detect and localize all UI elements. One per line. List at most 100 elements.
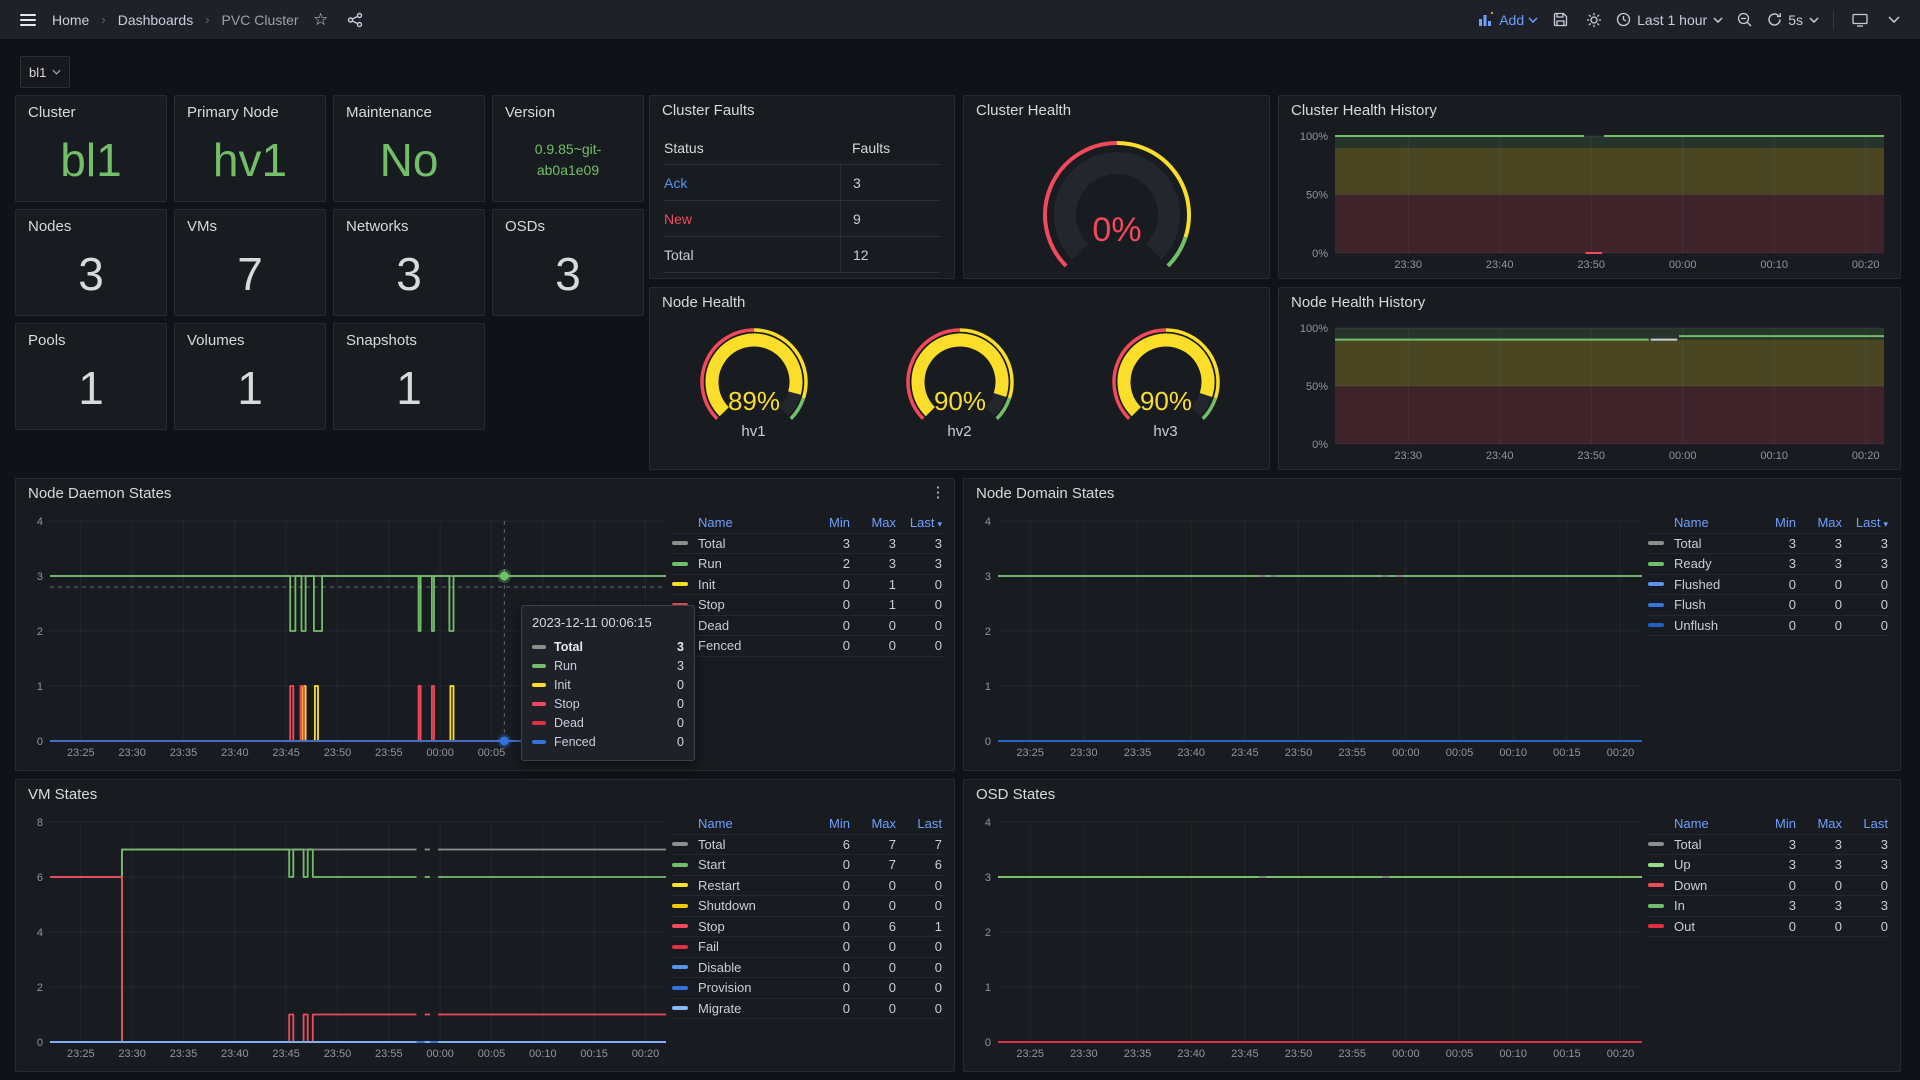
legend-row-total[interactable]: Total333 <box>1648 835 1890 856</box>
breadcrumb-dashboards[interactable]: Dashboards <box>118 12 194 28</box>
panel-node-domain-states: Node Domain States 0123423:2523:3023:352… <box>963 478 1901 771</box>
grafana-dashboard: Home › Dashboards › PVC Cluster ☆ Add <box>0 0 1920 1080</box>
legend-row-start[interactable]: Start076 <box>672 855 944 876</box>
settings-gear-icon[interactable] <box>1582 8 1606 32</box>
stat-title: Maintenance <box>346 104 432 121</box>
svg-text:2: 2 <box>985 626 991 638</box>
legend-row-down[interactable]: Down000 <box>1648 876 1890 897</box>
svg-text:4: 4 <box>985 817 991 829</box>
series-color-swatch <box>1648 603 1664 607</box>
legend-row-shutdown[interactable]: Shutdown000 <box>672 896 944 917</box>
panel-title: Node Daemon States <box>16 479 954 509</box>
svg-text:50%: 50% <box>1306 381 1328 393</box>
stat-value: bl1 <box>16 126 166 193</box>
svg-text:23:55: 23:55 <box>375 1048 403 1060</box>
svg-text:00:00: 00:00 <box>1669 450 1697 462</box>
panel-cluster-health-history: Cluster Health History 0%50%100%23:3023:… <box>1278 95 1901 279</box>
stat-title: Nodes <box>28 218 71 235</box>
series-color-swatch <box>672 863 688 867</box>
legend-row-unflush[interactable]: Unflush000 <box>1648 616 1890 637</box>
stat-title: VMs <box>187 218 217 235</box>
legend-row-provision[interactable]: Provision000 <box>672 978 944 999</box>
legend-row-run[interactable]: Run233 <box>672 554 944 575</box>
series-color-swatch <box>1648 883 1664 887</box>
refresh-picker[interactable]: 5s <box>1767 12 1819 28</box>
panel-menu-icon[interactable]: ⋮ <box>928 483 948 505</box>
svg-text:23:50: 23:50 <box>324 747 352 759</box>
series-color-swatch <box>672 945 688 949</box>
panel-stat-osds: OSDs 3 <box>492 209 644 316</box>
stat-value: No <box>334 126 484 193</box>
svg-text:00:10: 00:10 <box>529 1048 557 1060</box>
legend-row-dead[interactable]: Dead000 <box>672 616 944 637</box>
legend-row-fenced[interactable]: Fenced000 <box>672 636 944 657</box>
zoom-out-icon[interactable] <box>1733 8 1757 32</box>
breadcrumb-home[interactable]: Home <box>52 12 89 28</box>
chevron-down-icon <box>1528 17 1538 23</box>
stat-value: 3 <box>334 240 484 307</box>
stat-value: 1 <box>175 354 325 421</box>
legend-row-restart[interactable]: Restart000 <box>672 876 944 897</box>
svg-text:00:15: 00:15 <box>1553 1048 1581 1060</box>
legend-row-in[interactable]: In333 <box>1648 896 1890 917</box>
time-range-picker[interactable]: Last 1 hour <box>1616 12 1723 28</box>
node-health-history-chart[interactable]: 0%50%100%23:3023:4023:5000:0000:1000:20 <box>1289 318 1890 465</box>
legend-row-up[interactable]: Up333 <box>1648 855 1890 876</box>
svg-text:0: 0 <box>985 736 991 748</box>
faults-row-new: New 9 <box>664 201 940 237</box>
svg-text:0: 0 <box>37 736 43 748</box>
chevron-down-icon[interactable] <box>1882 8 1906 32</box>
legend-row-flushed[interactable]: Flushed000 <box>1648 575 1890 596</box>
star-icon[interactable]: ☆ <box>309 8 333 32</box>
svg-text:4: 4 <box>37 927 43 939</box>
svg-text:00:10: 00:10 <box>1760 450 1788 462</box>
legend-row-init[interactable]: Init010 <box>672 575 944 596</box>
svg-text:00:20: 00:20 <box>632 1048 660 1060</box>
legend-row-total[interactable]: Total333 <box>672 534 944 555</box>
panel-vm-states: VM States 0246823:2523:3023:3523:4023:45… <box>15 779 955 1072</box>
vm-states-chart[interactable]: 0246823:2523:3023:3523:4023:4523:5023:55… <box>26 812 672 1063</box>
stat-title: OSDs <box>505 218 545 235</box>
tooltip-row-fenced: Fenced0 <box>532 732 684 751</box>
legend-row-total[interactable]: Total333 <box>1648 534 1890 555</box>
svg-text:00:15: 00:15 <box>1553 747 1581 759</box>
svg-text:23:25: 23:25 <box>1016 1048 1044 1060</box>
menu-icon[interactable] <box>14 10 42 30</box>
legend-row-fail[interactable]: Fail000 <box>672 937 944 958</box>
series-color-swatch <box>672 986 688 990</box>
svg-text:8: 8 <box>37 817 43 829</box>
svg-text:23:50: 23:50 <box>1285 747 1313 759</box>
osd-states-chart[interactable]: 0123423:2523:3023:3523:4023:4523:5023:55… <box>974 812 1648 1063</box>
stat-title: Snapshots <box>346 332 417 349</box>
series-color-swatch <box>672 965 688 969</box>
svg-text:23:30: 23:30 <box>1070 1048 1098 1060</box>
legend-row-stop[interactable]: Stop010 <box>672 595 944 616</box>
svg-text:23:25: 23:25 <box>67 1048 95 1060</box>
node-domain-states-chart[interactable]: 0123423:2523:3023:3523:4023:4523:5023:55… <box>974 511 1648 762</box>
svg-text:23:45: 23:45 <box>272 747 300 759</box>
legend-row-total[interactable]: Total677 <box>672 835 944 856</box>
share-icon[interactable] <box>343 8 367 32</box>
panel-stat-vms: VMs 7 <box>174 209 326 316</box>
legend-row-migrate[interactable]: Migrate000 <box>672 999 944 1020</box>
legend-row-flush[interactable]: Flush000 <box>1648 595 1890 616</box>
svg-text:3: 3 <box>985 872 991 884</box>
series-color-swatch <box>672 904 688 908</box>
legend-row-disable[interactable]: Disable000 <box>672 958 944 979</box>
legend-row-ready[interactable]: Ready333 <box>1648 554 1890 575</box>
svg-text:90%: 90% <box>933 386 985 416</box>
cluster-health-history-chart[interactable]: 0%50%100%23:3023:4023:5000:0000:1000:20 <box>1289 126 1890 274</box>
legend-row-stop[interactable]: Stop061 <box>672 917 944 938</box>
stat-value: hv1 <box>175 126 325 193</box>
panel-stat-cluster: Cluster bl1 <box>15 95 167 202</box>
save-dashboard-icon[interactable] <box>1548 8 1572 32</box>
add-button[interactable]: Add <box>1478 12 1538 28</box>
panel-stat-volumes: Volumes 1 <box>174 323 326 430</box>
variable-dropdown-cluster[interactable]: bl1 <box>20 56 70 88</box>
node-health-gauge-hv1: 89% hv1 <box>679 320 829 440</box>
series-color-swatch <box>1648 863 1664 867</box>
svg-text:23:25: 23:25 <box>67 747 95 759</box>
tv-mode-icon[interactable] <box>1848 8 1872 32</box>
legend-row-out[interactable]: Out000 <box>1648 917 1890 938</box>
svg-text:23:55: 23:55 <box>1338 747 1366 759</box>
